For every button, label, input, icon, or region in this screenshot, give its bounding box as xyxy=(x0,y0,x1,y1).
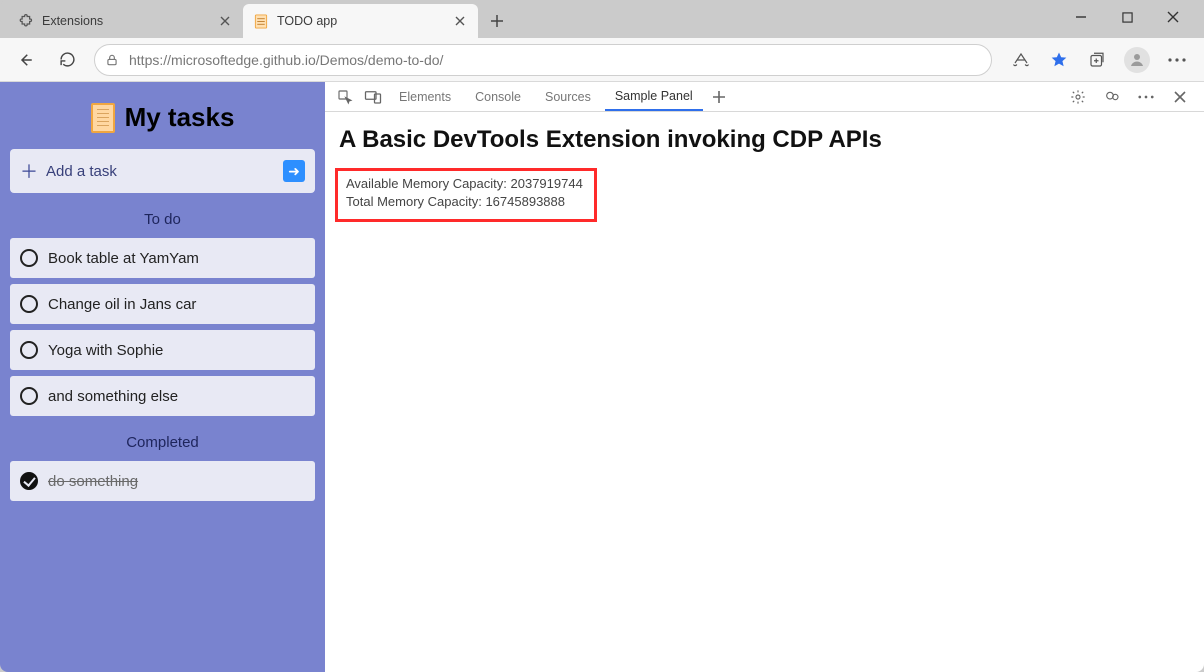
inspect-element-icon[interactable] xyxy=(333,85,357,109)
favorite-star-icon[interactable] xyxy=(1048,49,1070,71)
task-item-completed[interactable]: do something xyxy=(10,461,315,501)
task-item[interactable]: and something else xyxy=(10,376,315,416)
add-task-input[interactable]: ＋ Add a task ➜ xyxy=(10,149,315,193)
gear-icon[interactable] xyxy=(1066,85,1090,109)
todo-list: Book table at YamYam Change oil in Jans … xyxy=(10,238,315,416)
devtools-more-icon[interactable] xyxy=(1134,85,1158,109)
task-item[interactable]: Yoga with Sophie xyxy=(10,330,315,370)
tab-strip: Extensions TODO app xyxy=(0,0,1204,38)
back-button[interactable] xyxy=(10,45,40,75)
memory-available-label: Available Memory Capacity: xyxy=(346,176,507,191)
minimize-button[interactable] xyxy=(1058,2,1104,32)
more-menu-icon[interactable] xyxy=(1166,49,1188,71)
feedback-icon[interactable] xyxy=(1100,85,1124,109)
devtools-body: A Basic DevTools Extension invoking CDP … xyxy=(325,112,1204,236)
submit-arrow-icon[interactable]: ➜ xyxy=(283,160,305,182)
device-toolbar-icon[interactable] xyxy=(361,85,385,109)
checkbox-icon[interactable] xyxy=(20,249,38,267)
close-icon[interactable] xyxy=(217,13,233,29)
profile-avatar[interactable] xyxy=(1124,47,1150,73)
toolbar-right xyxy=(1004,47,1194,73)
address-bar: https://microsoftedge.github.io/Demos/de… xyxy=(0,38,1204,82)
app-title: My tasks xyxy=(10,102,315,133)
task-item[interactable]: Book table at YamYam xyxy=(10,238,315,278)
task-label: Change oil in Jans car xyxy=(48,296,196,313)
devtools-tab-console[interactable]: Console xyxy=(465,84,531,110)
refresh-button[interactable] xyxy=(52,45,82,75)
devtools-panel: Elements Console Sources Sample Panel xyxy=(325,82,1204,672)
memory-total-row: Total Memory Capacity: 16745893888 xyxy=(346,193,586,211)
devtools-right-controls xyxy=(1066,85,1196,109)
task-label: do something xyxy=(48,473,138,490)
todo-section-label: To do xyxy=(10,211,315,228)
memory-info-box: Available Memory Capacity: 2037919744 To… xyxy=(335,168,597,222)
tab-title: Extensions xyxy=(42,14,209,28)
clipboard-icon xyxy=(91,103,115,133)
app-title-text: My tasks xyxy=(125,102,235,133)
task-label: and something else xyxy=(48,388,178,405)
devtools-close-icon[interactable] xyxy=(1168,85,1192,109)
add-task-placeholder: Add a task xyxy=(46,163,117,180)
new-tab-button[interactable] xyxy=(482,6,512,36)
completed-list: do something xyxy=(10,461,315,501)
devtools-tab-sample-panel[interactable]: Sample Panel xyxy=(605,83,703,111)
memory-available-value: 2037919744 xyxy=(511,176,583,191)
checkbox-icon[interactable] xyxy=(20,295,38,313)
read-aloud-icon[interactable] xyxy=(1010,49,1032,71)
note-icon xyxy=(253,13,269,29)
panel-heading: A Basic DevTools Extension invoking CDP … xyxy=(339,126,1190,154)
plus-icon: ＋ xyxy=(20,158,38,184)
task-label: Yoga with Sophie xyxy=(48,342,163,359)
puzzle-icon xyxy=(18,13,34,29)
devtools-tab-elements[interactable]: Elements xyxy=(389,84,461,110)
devtools-tab-sources[interactable]: Sources xyxy=(535,84,601,110)
close-icon[interactable] xyxy=(452,13,468,29)
window-controls xyxy=(1058,0,1196,32)
add-panel-icon[interactable] xyxy=(707,85,731,109)
url-scheme: https:// xyxy=(129,52,171,68)
close-window-button[interactable] xyxy=(1150,2,1196,32)
browser-window: Extensions TODO app xyxy=(0,0,1204,672)
url-text: https://microsoftedge.github.io/Demos/de… xyxy=(129,52,443,68)
todo-app-panel: My tasks ＋ Add a task ➜ To do Book table… xyxy=(0,82,325,672)
collections-icon[interactable] xyxy=(1086,49,1108,71)
lock-icon xyxy=(105,53,119,67)
tab-title: TODO app xyxy=(277,14,444,28)
tab-extensions[interactable]: Extensions xyxy=(8,4,243,38)
task-item[interactable]: Change oil in Jans car xyxy=(10,284,315,324)
url-path: /Demos/demo-to-do/ xyxy=(316,52,444,68)
memory-available-row: Available Memory Capacity: 2037919744 xyxy=(346,175,586,193)
completed-section-label: Completed xyxy=(10,434,315,451)
checkbox-checked-icon[interactable] xyxy=(20,472,38,490)
checkbox-icon[interactable] xyxy=(20,341,38,359)
content-area: My tasks ＋ Add a task ➜ To do Book table… xyxy=(0,82,1204,672)
memory-total-value: 16745893888 xyxy=(485,194,565,209)
memory-total-label: Total Memory Capacity: xyxy=(346,194,482,209)
devtools-tabstrip: Elements Console Sources Sample Panel xyxy=(325,82,1204,112)
maximize-button[interactable] xyxy=(1104,2,1150,32)
task-label: Book table at YamYam xyxy=(48,250,199,267)
tab-todo-app[interactable]: TODO app xyxy=(243,4,478,38)
url-host: microsoftedge.github.io xyxy=(171,52,316,68)
omnibox[interactable]: https://microsoftedge.github.io/Demos/de… xyxy=(94,44,992,76)
checkbox-icon[interactable] xyxy=(20,387,38,405)
